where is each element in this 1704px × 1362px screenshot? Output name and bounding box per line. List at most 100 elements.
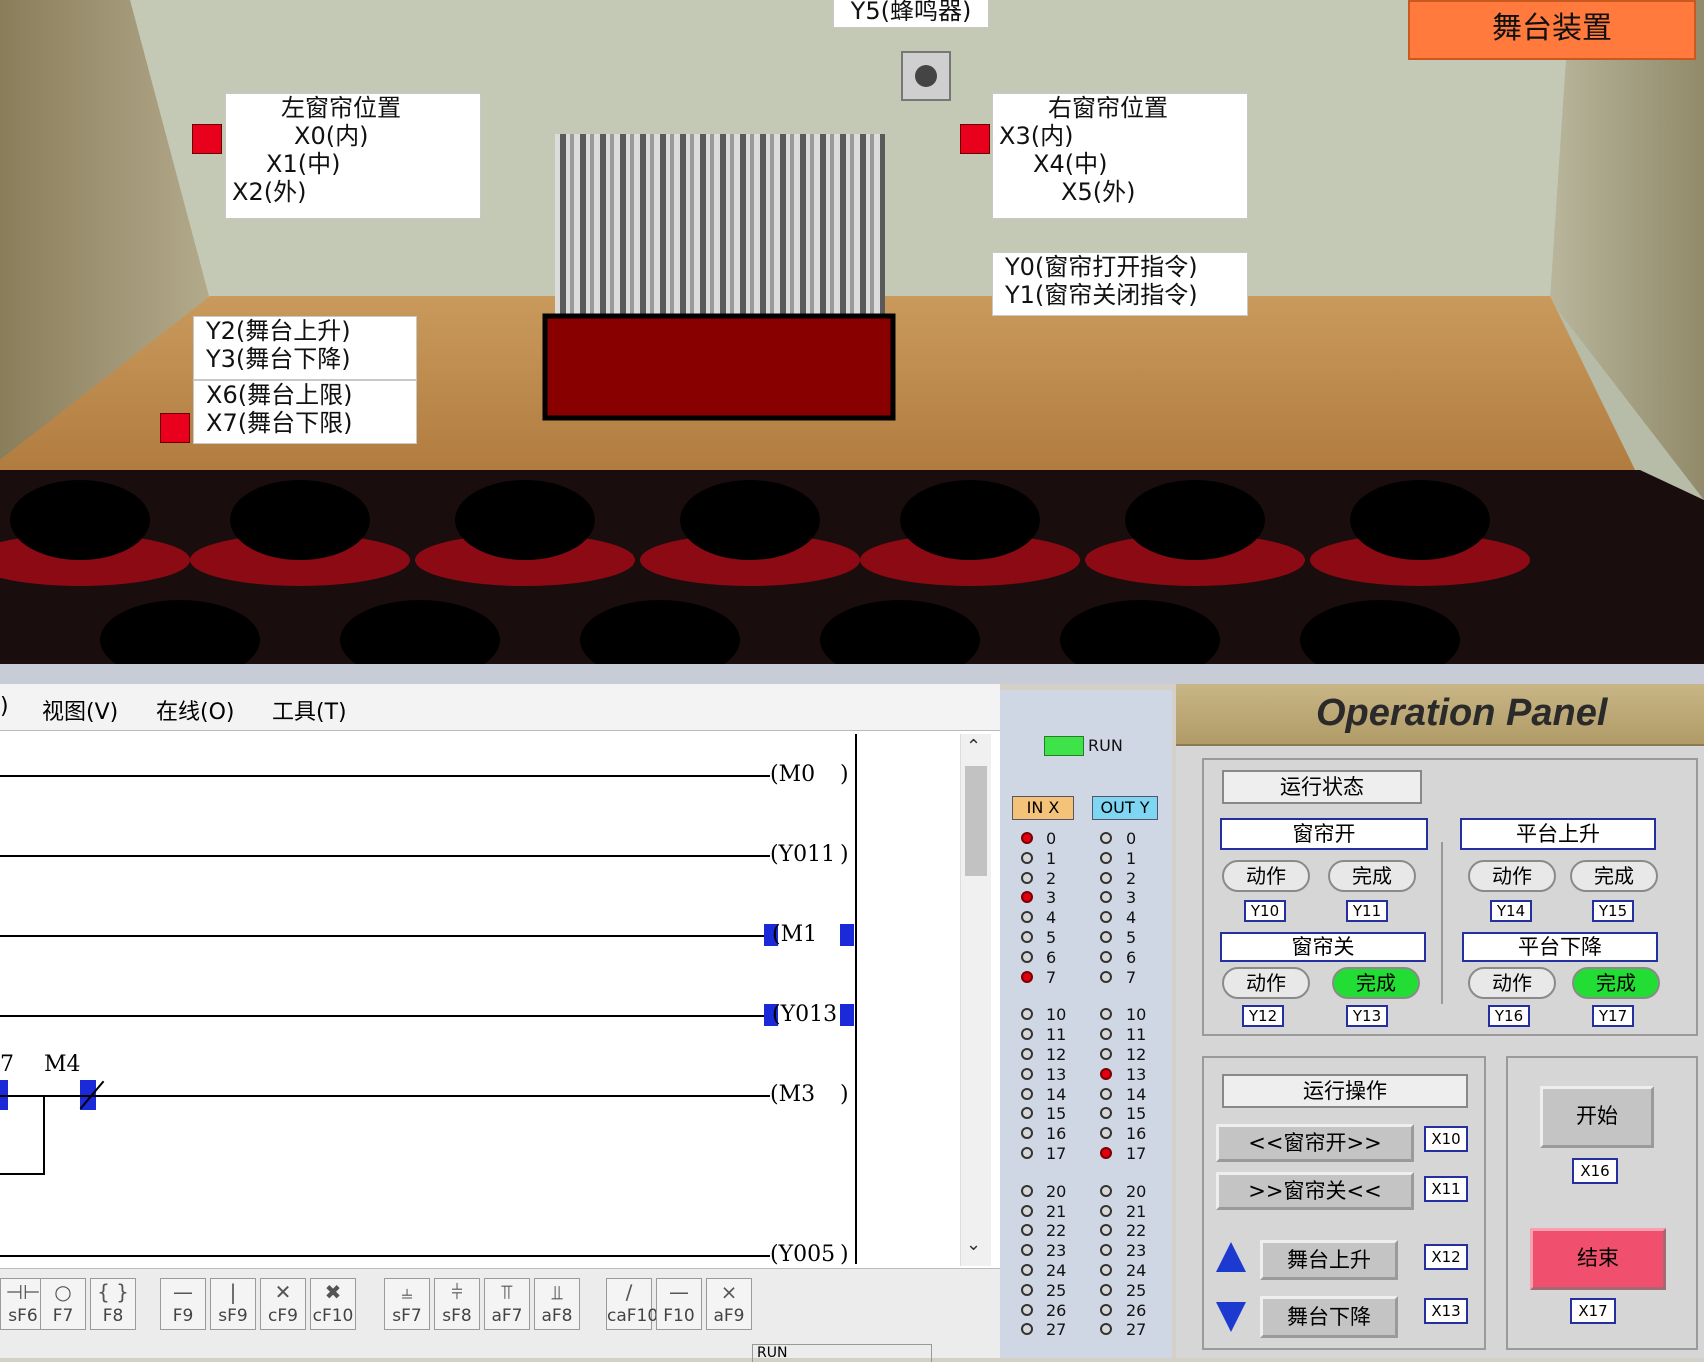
fkey-cf9[interactable]: ✕ cF9	[260, 1278, 306, 1330]
curtain-open-button[interactable]: <<窗帘开>>	[1216, 1124, 1414, 1162]
run-label: RUN	[1088, 736, 1123, 755]
fkey-af8[interactable]: ⫫ aF8	[534, 1278, 580, 1330]
input-led-x0	[1021, 832, 1033, 844]
platform-up-action-indicator: 动作	[1468, 860, 1556, 892]
fkey-caf10[interactable]: ∕ caF10	[606, 1278, 658, 1330]
input-label: 25	[1046, 1280, 1067, 1300]
fkey-f9[interactable]: — F9	[160, 1278, 206, 1330]
editor-scrollbar[interactable]: ⌃ ⌄	[960, 734, 991, 1266]
coil-y005[interactable]: (Y005	[770, 1242, 835, 1267]
curtain-close-done-indicator: 完成	[1332, 967, 1420, 999]
tag-y15: Y15	[1592, 900, 1634, 922]
input-label: 3	[1046, 888, 1057, 908]
input-label: 10	[1046, 1005, 1067, 1025]
scroll-up-icon[interactable]: ⌃	[966, 736, 981, 757]
menu-item-partial[interactable]: )	[0, 694, 9, 719]
fkey-cf10[interactable]: ✖ cF10	[310, 1278, 356, 1330]
menu-item-view[interactable]: 视图(V)	[42, 694, 118, 726]
out-y-header: OUT Y	[1092, 796, 1158, 820]
output-led-y24	[1100, 1264, 1112, 1276]
output-led-y2	[1100, 871, 1112, 884]
scroll-down-icon[interactable]: ⌄	[966, 1234, 981, 1255]
right-curtain-sensor-indicator	[960, 124, 990, 154]
input-led-x7	[1021, 970, 1033, 983]
curtain-open-done-indicator: 完成	[1328, 860, 1416, 892]
fkey-sf7[interactable]: ⫨ sF7	[384, 1278, 430, 1330]
input-label: 16	[1046, 1124, 1067, 1144]
input-led-x14	[1021, 1087, 1033, 1100]
coil-end: )	[840, 1082, 849, 1107]
left-curtain-label: 左窗帘位置 X0(内) X1(中) X2(外)	[225, 93, 481, 219]
output-label: 22	[1126, 1221, 1147, 1241]
input-led-x20	[1021, 1184, 1033, 1197]
output-label: 11	[1126, 1025, 1147, 1045]
active-marker	[840, 1004, 854, 1026]
input-label: 26	[1046, 1300, 1067, 1320]
fkey-af7[interactable]: ⫪ aF7	[484, 1278, 530, 1330]
tag-x11: X11	[1424, 1176, 1468, 1202]
output-label: 14	[1126, 1084, 1147, 1104]
input-label: 4	[1046, 908, 1057, 928]
coil-y013[interactable]: (Y013	[772, 1002, 837, 1027]
coil-y011[interactable]: (Y011	[770, 842, 835, 867]
input-label: 15	[1046, 1104, 1067, 1124]
input-label: 23	[1046, 1241, 1067, 1261]
input-led-x12	[1021, 1048, 1033, 1060]
output-led-y21	[1100, 1204, 1112, 1217]
stage-command-label: Y2(舞台上升) Y3(舞台下降)	[193, 316, 417, 380]
output-led-y14	[1100, 1087, 1112, 1100]
platform-down-done-indicator: 完成	[1572, 967, 1660, 999]
run-indicator	[1044, 736, 1084, 756]
fkey-f8[interactable]: { } F8	[90, 1278, 136, 1330]
stage-down-button[interactable]: 舞台下降	[1260, 1296, 1398, 1338]
coil-end: )	[840, 842, 849, 867]
output-label: 1	[1126, 848, 1137, 868]
output-label: 15	[1126, 1104, 1147, 1124]
input-label: 22	[1046, 1221, 1067, 1241]
menu-item-tools[interactable]: 工具(T)	[272, 694, 347, 726]
coil-m0[interactable]: (M0	[770, 762, 815, 787]
output-label: 24	[1126, 1261, 1147, 1280]
run-ops-title: 运行操作	[1222, 1074, 1468, 1108]
operation-panel-title: Operation Panel	[1316, 692, 1608, 734]
tag-x13: X13	[1424, 1298, 1468, 1324]
curtain-command-label: Y0(窗帘打开指令) Y1(窗帘关闭指令)	[992, 252, 1248, 316]
fkey-f10[interactable]: — F10	[656, 1278, 702, 1330]
curtain-close-button[interactable]: >>窗帘关<<	[1216, 1172, 1414, 1210]
output-label: 17	[1126, 1144, 1147, 1163]
right-power-rail	[855, 734, 857, 1264]
ladder-rung	[0, 935, 770, 937]
scroll-thumb[interactable]	[965, 766, 987, 876]
stage-device-button[interactable]: 舞台装置	[1408, 0, 1696, 60]
input-led-x17	[1021, 1147, 1033, 1159]
fkey-af9[interactable]: ⨯ aF9	[706, 1278, 752, 1330]
input-label: 11	[1046, 1025, 1067, 1045]
fkey-sf9[interactable]: | sF9	[210, 1278, 256, 1330]
menu-item-online[interactable]: 在线(O)	[156, 694, 234, 726]
tag-y13: Y13	[1346, 1005, 1388, 1027]
output-led-y0	[1100, 832, 1112, 844]
input-label: 6	[1046, 947, 1057, 967]
output-label: 10	[1126, 1005, 1147, 1025]
output-led-y25	[1100, 1283, 1112, 1296]
coil-m1[interactable]: (M1	[772, 922, 817, 947]
start-button[interactable]: 开始	[1540, 1086, 1654, 1148]
stage-scene: Y5(蜂鸣器) 舞台装置 左窗帘位置 X0(内) X1(中) X2(外) 右窗帘…	[0, 0, 1704, 664]
left-curtain-sensor-indicator	[192, 124, 222, 154]
end-button[interactable]: 结束	[1530, 1228, 1666, 1290]
in-x-header: IN X	[1012, 796, 1074, 820]
input-led-x24	[1021, 1264, 1033, 1276]
output-label: 6	[1126, 947, 1137, 967]
fkey-f7[interactable]: ○ F7	[40, 1278, 86, 1330]
tag-y12: Y12	[1242, 1005, 1284, 1027]
output-label: 12	[1126, 1045, 1147, 1064]
right-curtain-label: 右窗帘位置 X3(内) X4(中) X5(外)	[992, 93, 1248, 219]
menu-bar: ) 视图(V) 在线(O) 工具(T)	[0, 684, 1000, 731]
coil-m3[interactable]: (M3	[770, 1082, 815, 1107]
input-led-x5	[1021, 931, 1033, 943]
branch-line	[0, 1173, 45, 1175]
input-led-x1	[1021, 851, 1033, 864]
stage-up-button[interactable]: 舞台上升	[1260, 1240, 1398, 1280]
operation-panel-header: Operation Panel	[1176, 684, 1704, 746]
fkey-sf8[interactable]: ⫩ sF8	[434, 1278, 480, 1330]
